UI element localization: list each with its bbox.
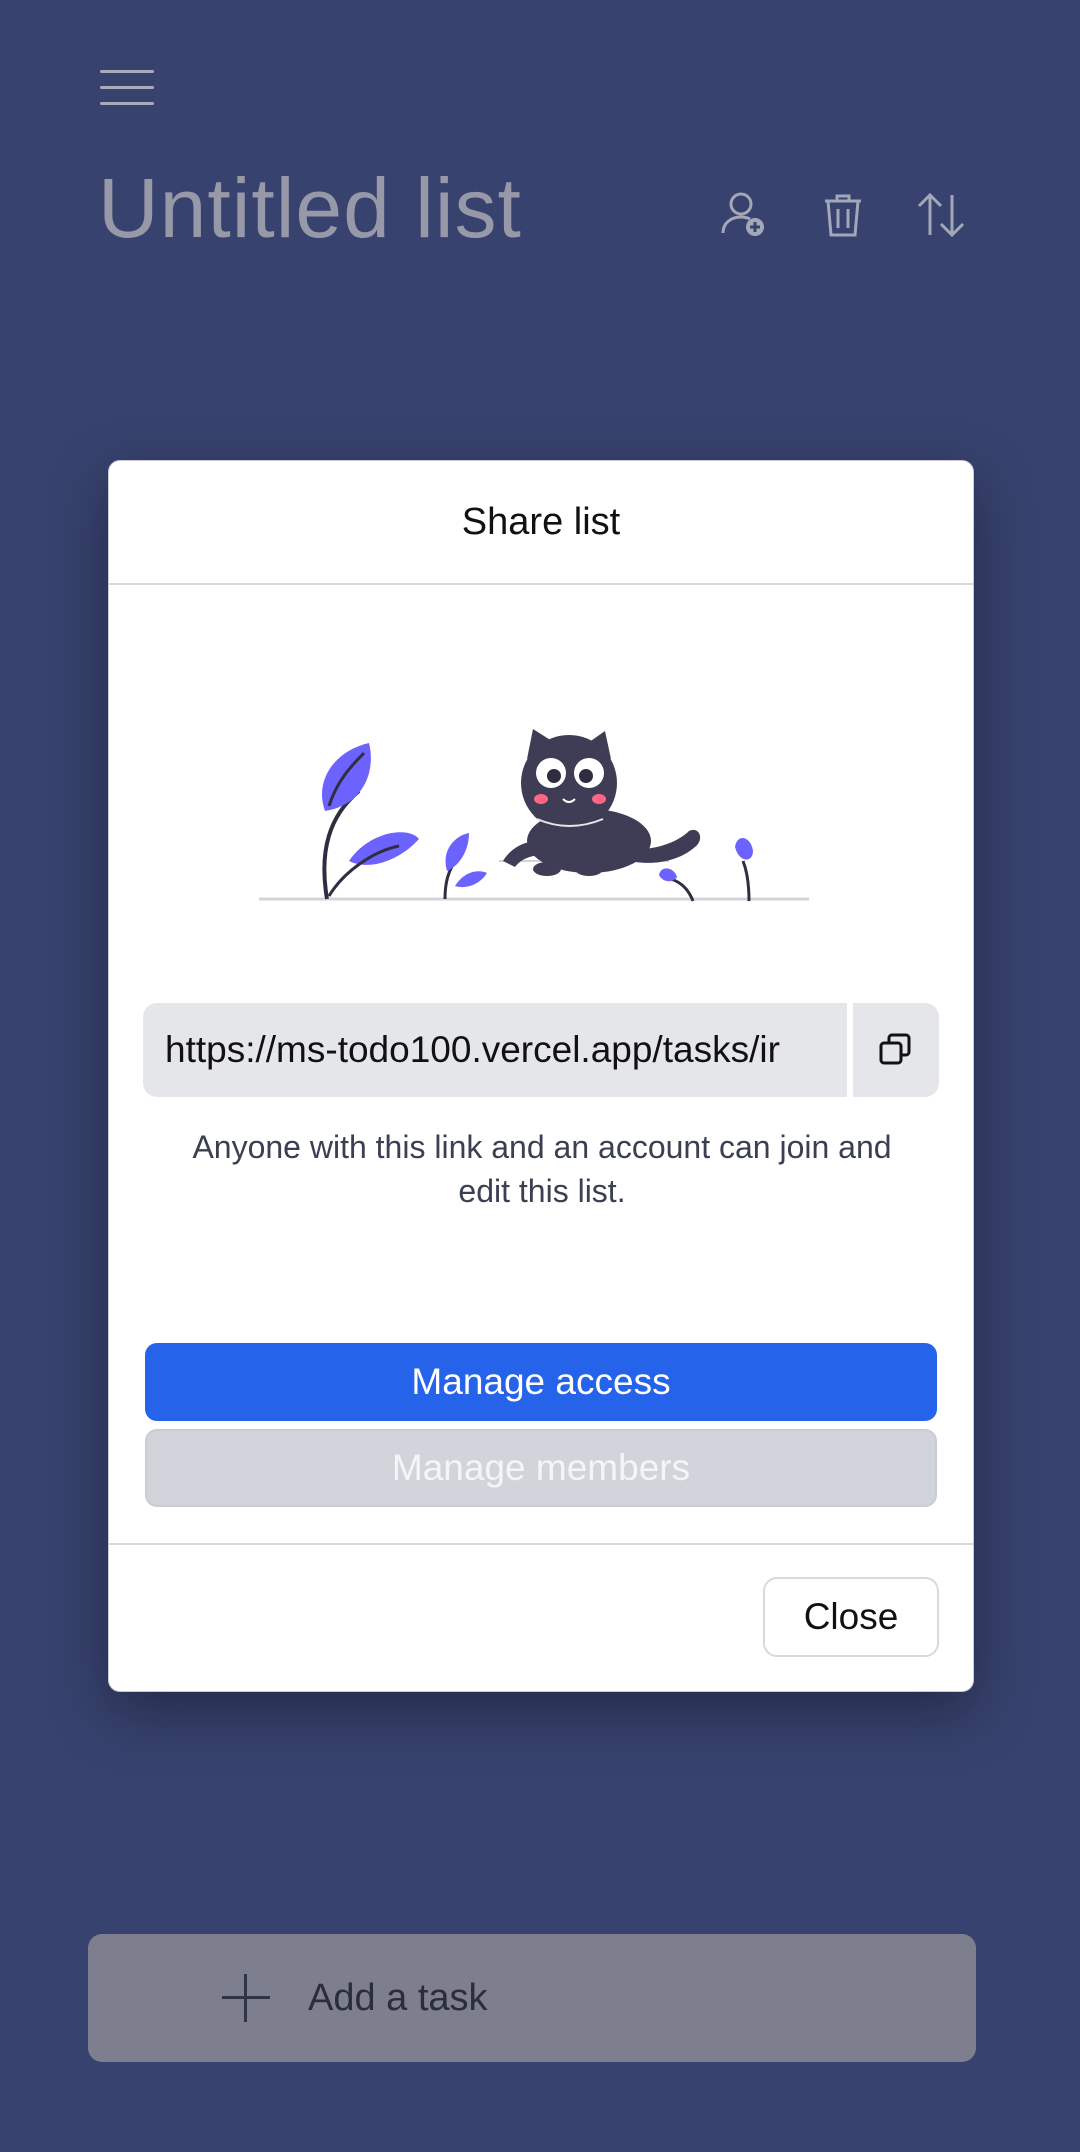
share-list-dialog: Share list https://ms-todo100.vercel.app…: [108, 460, 974, 1692]
sort-icon[interactable]: [911, 185, 971, 245]
share-link-row: https://ms-todo100.vercel.app/tasks/ir: [143, 1003, 939, 1097]
cat-illustration: [259, 729, 809, 902]
add-task-label: Add a task: [308, 1976, 488, 2019]
plus-icon: [214, 1966, 278, 2030]
dialog-header: Share list: [109, 461, 973, 585]
manage-access-button[interactable]: Manage access: [145, 1343, 937, 1421]
copy-icon: [879, 1033, 911, 1065]
share-note: Anyone with this link and an account can…: [192, 1129, 892, 1209]
dialog-footer-divider: [109, 1543, 973, 1545]
dialog-title: Share list: [461, 500, 621, 543]
header-actions: [715, 185, 971, 245]
app-root: Untitled list Add a task Share list http…: [0, 0, 1080, 2152]
list-title: Untitled list: [98, 161, 522, 255]
add-member-icon[interactable]: [715, 185, 775, 245]
add-task-button[interactable]: Add a task: [88, 1934, 976, 2062]
copy-link-button[interactable]: [853, 1003, 939, 1097]
close-button[interactable]: Close: [763, 1577, 939, 1657]
manage-members-button[interactable]: Manage members: [145, 1429, 937, 1507]
share-link-input[interactable]: https://ms-todo100.vercel.app/tasks/ir: [143, 1003, 847, 1097]
trash-icon[interactable]: [813, 185, 873, 245]
hamburger-menu-icon[interactable]: [100, 70, 154, 110]
